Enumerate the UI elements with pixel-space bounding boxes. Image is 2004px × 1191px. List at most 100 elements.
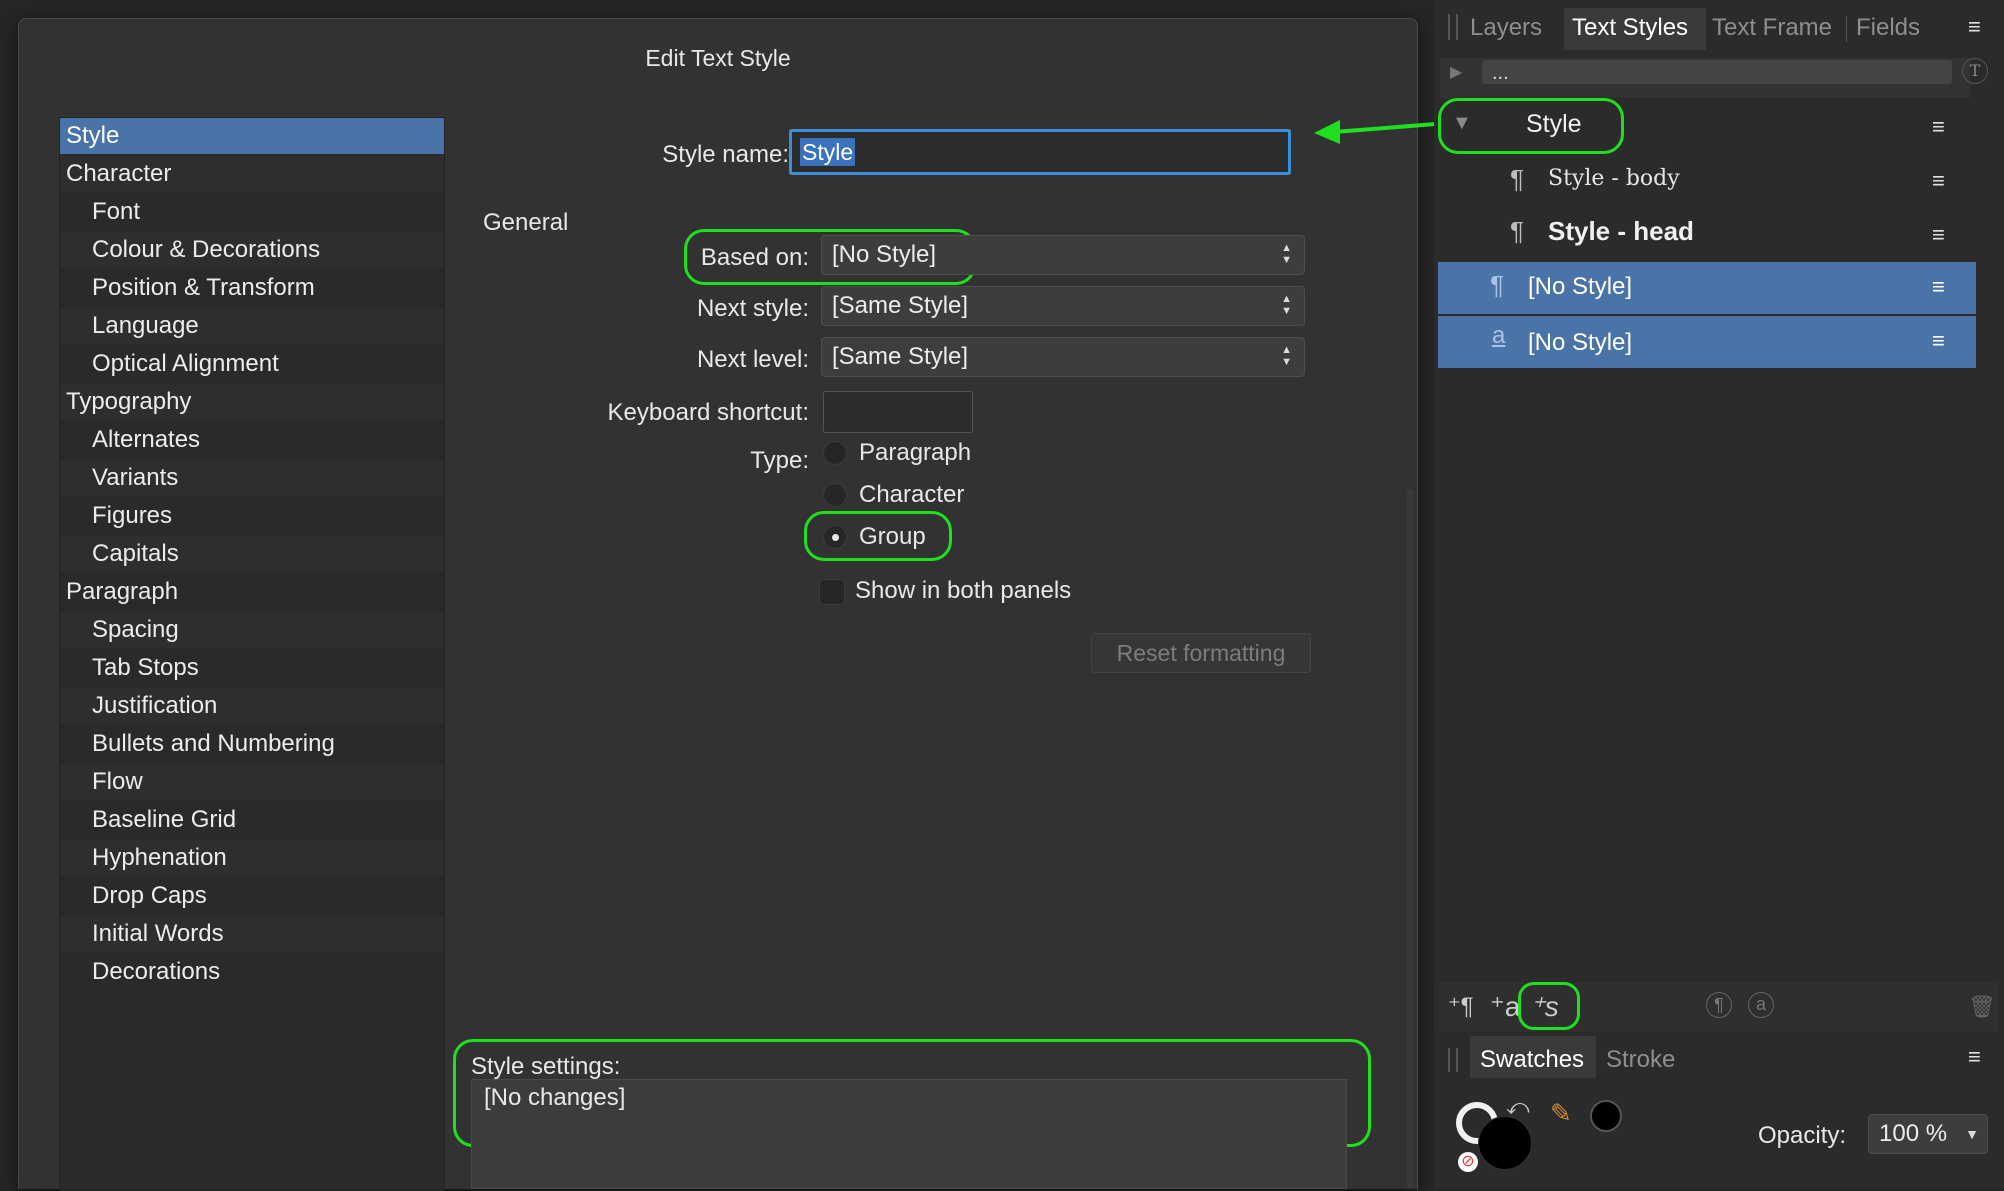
apply-character-icon[interactable]: a bbox=[1748, 992, 1774, 1018]
style-menu-icon[interactable]: ≡ bbox=[1932, 222, 1945, 248]
add-group-style-icon[interactable]: ⁺s bbox=[1530, 990, 1559, 1023]
radio-button[interactable] bbox=[823, 441, 847, 465]
paragraph-icon: ¶ bbox=[1510, 164, 1524, 194]
type-radio-paragraph[interactable]: Paragraph bbox=[823, 439, 1023, 473]
checkbox[interactable] bbox=[819, 579, 845, 605]
swap-colours-icon[interactable]: ⤺ bbox=[1506, 1094, 1530, 1120]
dropdown-arrow-icon: ▼ bbox=[1965, 1126, 1979, 1142]
reset-formatting-button[interactable]: Reset formatting bbox=[1091, 633, 1311, 673]
category-item[interactable]: Baseline Grid bbox=[60, 802, 444, 838]
category-item[interactable]: Font bbox=[60, 194, 444, 230]
expand-arrow-icon[interactable]: ▶ bbox=[1450, 62, 1462, 82]
category-item[interactable]: Justification bbox=[60, 688, 444, 724]
annotation-arrow bbox=[1314, 120, 1437, 144]
category-item[interactable]: Figures bbox=[60, 498, 444, 534]
category-item[interactable]: Variants bbox=[60, 460, 444, 496]
character-icon: a bbox=[1492, 322, 1506, 349]
category-item[interactable]: Hyphenation bbox=[60, 840, 444, 876]
category-item[interactable]: Character bbox=[60, 156, 444, 192]
style-menu-icon[interactable]: ≡ bbox=[1932, 114, 1945, 140]
style-name-label: Style name: bbox=[662, 141, 789, 168]
collapse-arrow-icon[interactable]: ▼ bbox=[1452, 112, 1472, 135]
paragraph-icon: ¶ bbox=[1490, 270, 1504, 300]
opacity-value: 100 % bbox=[1879, 1120, 1948, 1147]
category-item[interactable]: Tab Stops bbox=[60, 650, 444, 686]
radio-button[interactable] bbox=[823, 483, 847, 507]
type-option-label: Character bbox=[859, 481, 965, 508]
opacity-select[interactable]: 100 % ▼ bbox=[1868, 1114, 1988, 1154]
category-item[interactable]: Alternates bbox=[60, 422, 444, 458]
category-item[interactable]: Language bbox=[60, 308, 444, 344]
show-both-panels-checkbox[interactable]: Show in both panels bbox=[819, 577, 1139, 611]
style-body-label[interactable]: Style - body bbox=[1548, 166, 1680, 191]
style-settings-value: [No changes] bbox=[484, 1084, 626, 1111]
style-name-input[interactable]: Style bbox=[789, 129, 1291, 175]
category-item[interactable]: Decorations bbox=[60, 954, 444, 990]
add-paragraph-style-icon[interactable]: ⁺¶ bbox=[1448, 992, 1474, 1021]
no-colour-icon[interactable]: ⊘ bbox=[1458, 1152, 1478, 1172]
type-option-label: Group bbox=[859, 523, 926, 550]
type-radio-group[interactable]: Group bbox=[823, 523, 1023, 557]
panel-menu-icon[interactable]: ≡ bbox=[1968, 14, 1981, 40]
category-item[interactable]: Spacing bbox=[60, 612, 444, 648]
tab-stroke[interactable]: Stroke bbox=[1606, 1046, 1675, 1074]
style-row-no-style-character[interactable]: a [No Style] ≡ bbox=[1438, 316, 1976, 368]
next-style-label: Next style: bbox=[696, 295, 809, 322]
category-item[interactable]: Colour & Decorations bbox=[60, 232, 444, 268]
tab-text-styles[interactable]: Text Styles bbox=[1572, 14, 1688, 42]
keyboard-shortcut-label: Keyboard shortcut: bbox=[607, 399, 809, 426]
style-head-label[interactable]: Style - head bbox=[1548, 216, 1694, 247]
based-on-value: [No Style] bbox=[832, 241, 937, 268]
tab-layers[interactable]: Layers bbox=[1470, 14, 1542, 42]
category-item[interactable]: Drop Caps bbox=[60, 878, 444, 914]
tab-fields[interactable]: Fields bbox=[1856, 14, 1920, 42]
next-style-select[interactable]: [Same Style] ▲ ▼ bbox=[821, 286, 1305, 326]
general-heading: General bbox=[483, 209, 569, 236]
dialog-title: Edit Text Style bbox=[645, 45, 791, 71]
radio-button[interactable] bbox=[823, 525, 847, 549]
style-menu-icon[interactable]: ≡ bbox=[1932, 328, 1945, 354]
next-level-label: Next level: bbox=[696, 346, 809, 373]
panel-grip-icon[interactable] bbox=[1448, 1048, 1458, 1072]
category-item[interactable]: Flow bbox=[60, 764, 444, 800]
keyboard-shortcut-field[interactable] bbox=[823, 391, 973, 433]
category-item[interactable]: Style bbox=[60, 118, 444, 154]
tab-text-frame[interactable]: Text Frame bbox=[1712, 14, 1832, 42]
panel-grip-icon[interactable] bbox=[1448, 14, 1458, 40]
based-on-select[interactable]: [No Style] ▲ ▼ bbox=[821, 235, 1305, 275]
style-menu-icon[interactable]: ≡ bbox=[1932, 168, 1945, 194]
based-on-label: Based on: bbox=[700, 244, 809, 271]
category-item[interactable]: Initial Words bbox=[60, 916, 444, 952]
style-menu-icon[interactable]: ≡ bbox=[1932, 274, 1945, 300]
next-level-select[interactable]: [Same Style] ▲ ▼ bbox=[821, 337, 1305, 377]
no-style-label: [No Style] bbox=[1528, 329, 1633, 356]
text-style-icon[interactable]: T bbox=[1962, 58, 1988, 84]
category-item[interactable]: Capitals bbox=[60, 536, 444, 572]
style-name-value: Style bbox=[800, 138, 856, 166]
opacity-label: Opacity: bbox=[1758, 1122, 1847, 1149]
paragraph-icon: ¶ bbox=[1510, 216, 1524, 246]
category-item[interactable]: Position & Transform bbox=[60, 270, 444, 306]
style-row-no-style-paragraph[interactable]: ¶ [No Style] ≡ bbox=[1438, 262, 1976, 314]
category-item[interactable]: Bullets and Numbering bbox=[60, 726, 444, 762]
dialog-scrollbar[interactable] bbox=[1407, 489, 1413, 1189]
colour-swatch-icon[interactable] bbox=[1590, 1100, 1622, 1132]
type-radio-character[interactable]: Character bbox=[823, 481, 1023, 515]
style-group-label[interactable]: Style bbox=[1526, 110, 1582, 139]
select-arrows-icon: ▲ ▼ bbox=[1281, 242, 1292, 266]
apply-paragraph-icon[interactable]: ¶ bbox=[1706, 992, 1732, 1018]
stroke-colour-icon[interactable] bbox=[1478, 1116, 1532, 1170]
category-item[interactable]: Paragraph bbox=[60, 574, 444, 610]
add-character-style-icon[interactable]: ⁺a bbox=[1490, 990, 1520, 1023]
panel-menu-icon[interactable]: ≡ bbox=[1968, 1044, 1981, 1070]
next-style-value: [Same Style] bbox=[832, 292, 969, 319]
category-item[interactable]: Optical Alignment bbox=[60, 346, 444, 382]
tab-divider bbox=[1846, 16, 1847, 42]
select-arrows-icon: ▲ ▼ bbox=[1281, 344, 1292, 368]
eyedropper-icon[interactable]: ✎ bbox=[1550, 1098, 1572, 1129]
type-option-label: Paragraph bbox=[859, 439, 972, 466]
breadcrumb-field[interactable]: ... bbox=[1482, 60, 1952, 84]
trash-icon[interactable]: 🗑 bbox=[1968, 994, 1996, 1020]
category-item[interactable]: Typography bbox=[60, 384, 444, 420]
tab-swatches[interactable]: Swatches bbox=[1480, 1046, 1584, 1074]
